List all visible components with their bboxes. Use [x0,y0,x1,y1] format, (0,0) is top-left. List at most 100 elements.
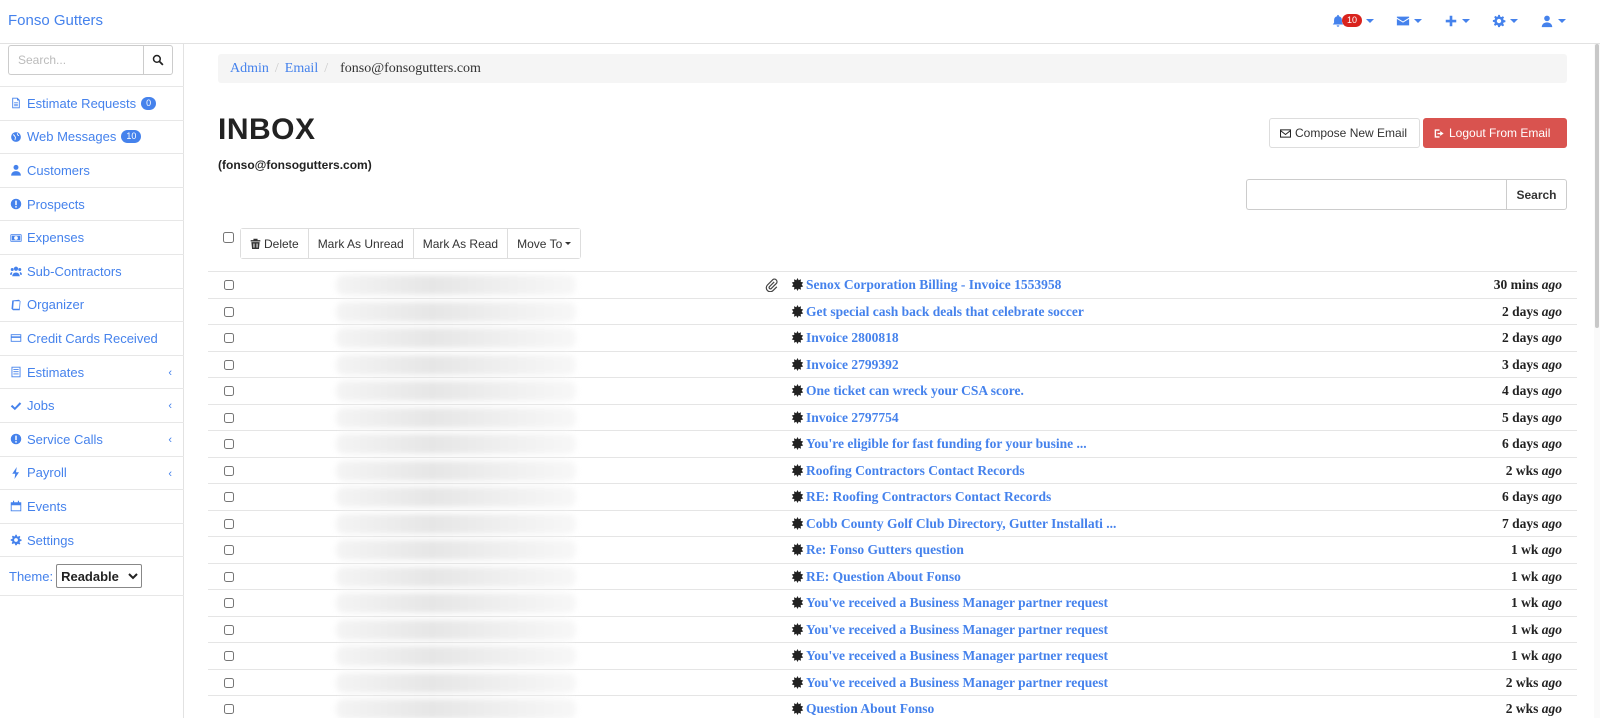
email-subject-link[interactable]: Roofing Contractors Contact Records [806,463,1025,479]
email-row-checkbox[interactable] [224,280,234,290]
email-row-checkbox[interactable] [224,465,234,476]
email-subject-link[interactable]: Invoice 2797754 [806,410,899,426]
email-row-checkbox[interactable] [224,412,234,423]
email-row-checkbox[interactable] [224,333,234,343]
email-row[interactable]: RE: Roofing Contractors Contact Records 6… [208,484,1577,511]
email-subject-link[interactable]: You've received a Business Manager partn… [806,622,1108,638]
user-dropdown[interactable] [1540,10,1566,32]
sender-redacted [336,540,576,560]
compose-email-button[interactable]: Compose New Email [1269,118,1420,148]
sidebar-item-service-calls[interactable]: Service Calls ‹ [0,421,184,456]
breadcrumb-email[interactable]: Email [285,61,318,77]
logout-email-button[interactable]: Logout From Email [1423,118,1567,148]
mail-search-input[interactable] [1246,179,1506,210]
email-subject-link[interactable]: Question About Fonso [806,701,934,717]
user-icon [9,164,22,177]
email-row[interactable]: RE: Question About Fonso 1 wk ago [208,564,1577,590]
email-subject-link[interactable]: Re: Fonso Gutters question [806,542,964,558]
email-row-checkbox[interactable] [224,624,234,635]
theme-select[interactable]: Readable [56,564,143,589]
email-subject-link[interactable]: RE: Question About Fonso [806,569,961,585]
sidebar-item-web-messages[interactable]: Web Messages 10 [0,119,184,154]
email-subject-link[interactable]: You've received a Business Manager partn… [806,595,1108,611]
email-row[interactable]: Invoice 2799392 3 days ago [208,352,1577,378]
email-row[interactable]: You've received a Business Manager partn… [208,670,1577,696]
sidebar-item-organizer[interactable]: Organizer [0,287,184,322]
sidebar-item-sub-contractors[interactable]: Sub-Contractors [0,253,184,288]
email-subject-link[interactable]: You've received a Business Manager partn… [806,648,1108,664]
email-row-checkbox[interactable] [224,518,234,529]
gear-icon [1492,14,1506,28]
email-row[interactable]: Invoice 2800818 2 days ago [208,325,1577,352]
select-all-checkbox[interactable] [223,232,234,243]
delete-button[interactable]: Delete [241,229,309,258]
sidebar-item-customers[interactable]: Customers [0,153,184,187]
email-row[interactable]: One ticket can wreck your CSA score. 4 da… [208,378,1577,405]
email-row-checkbox[interactable] [224,306,234,317]
email-time-value: 7 days [1501,515,1539,531]
sidebar-search-button[interactable] [143,45,173,75]
sender-redacted [336,381,576,401]
sender-redacted [336,487,576,507]
add-new-dropdown[interactable] [1444,10,1470,32]
email-row-checkbox[interactable] [224,359,234,370]
mark-unread-button[interactable]: Mark As Unread [308,229,414,258]
sidebar-search-input[interactable] [8,45,143,75]
email-row-checkbox[interactable] [224,677,234,688]
email-row[interactable]: You've received a Business Manager partn… [208,643,1577,670]
email-row-checkbox[interactable] [224,492,234,502]
sender-redacted [336,646,576,666]
logout-label: Logout From Email [1449,126,1551,140]
messages-dropdown[interactable] [1396,10,1422,32]
sidebar-item-expenses[interactable]: Expenses [0,220,184,254]
email-row[interactable]: Cobb County Golf Club Directory, Gutter … [208,511,1577,537]
sender-redacted [336,275,576,295]
sidebar-item-payroll[interactable]: Payroll ‹ [0,455,184,490]
check-icon [9,399,22,412]
unread-star-icon [791,463,804,477]
email-subject-link[interactable]: You've received a Business Manager partn… [806,675,1108,691]
email-row[interactable]: You've received a Business Manager partn… [208,617,1577,643]
move-to-dropdown[interactable]: Move To [508,229,581,258]
email-row[interactable]: Get special cash back deals that celebra… [208,299,1577,325]
mail-search-button[interactable]: Search [1506,179,1567,210]
scrollbar-thumb[interactable] [1595,44,1599,328]
email-row[interactable]: You've received a Business Manager partn… [208,590,1577,617]
email-row-checkbox[interactable] [224,545,234,555]
sidebar-item-credit-cards-received[interactable]: Credit Cards Received [0,321,184,355]
email-row-checkbox[interactable] [224,598,234,608]
email-row-checkbox[interactable] [224,651,234,661]
email-row[interactable]: Invoice 2797754 5 days ago [208,405,1577,431]
email-row-checkbox[interactable] [224,704,234,714]
email-subject-link[interactable]: Invoice 2800818 [806,330,899,346]
sidebar-item-settings[interactable]: Settings [0,522,184,557]
email-subject-link[interactable]: One ticket can wreck your CSA score. [806,383,1024,399]
email-row[interactable]: Question About Fonso 2 wks ago [208,696,1577,718]
email-subject-link[interactable]: RE: Roofing Contractors Contact Records [806,489,1051,505]
email-row-checkbox[interactable] [224,571,234,582]
breadcrumb-admin[interactable]: Admin [230,61,269,77]
email-subject-link[interactable]: Invoice 2799392 [806,357,899,373]
sidebar-item-jobs[interactable]: Jobs ‹ [0,388,184,422]
notifications-dropdown[interactable]: 10 [1331,10,1374,32]
sidebar-item-events[interactable]: Events [0,489,184,523]
sidebar-item-estimate-requests[interactable]: Estimate Requests 0 [0,86,184,120]
page-scrollbar[interactable] [1594,44,1600,718]
sidebar-item-estimates[interactable]: Estimates ‹ [0,354,184,389]
sidebar-item-prospects[interactable]: Prospects [0,186,184,221]
email-subject-link[interactable]: Get special cash back deals that celebra… [806,304,1084,320]
email-row[interactable]: Senox Corporation Billing - Invoice 1553… [208,272,1577,299]
settings-dropdown[interactable] [1492,10,1518,32]
email-subject-link[interactable]: Senox Corporation Billing - Invoice 1553… [806,277,1061,293]
email-subject-link[interactable]: Cobb County Golf Club Directory, Gutter … [806,516,1116,532]
email-row-checkbox[interactable] [224,386,234,396]
email-subject-link[interactable]: You're eligible for fast funding for you… [806,436,1087,452]
brand-link[interactable]: Fonso Gutters [8,12,103,29]
theme-label: Theme: [9,568,54,584]
email-row[interactable]: Roofing Contractors Contact Records 2 wks… [208,458,1577,484]
sidebar-item-label: Payroll [27,465,67,481]
email-row-checkbox[interactable] [224,439,234,449]
mark-read-button[interactable]: Mark As Read [413,229,509,258]
email-row[interactable]: Re: Fonso Gutters question 1 wk ago [208,537,1577,564]
email-row[interactable]: You're eligible for fast funding for you… [208,431,1577,458]
